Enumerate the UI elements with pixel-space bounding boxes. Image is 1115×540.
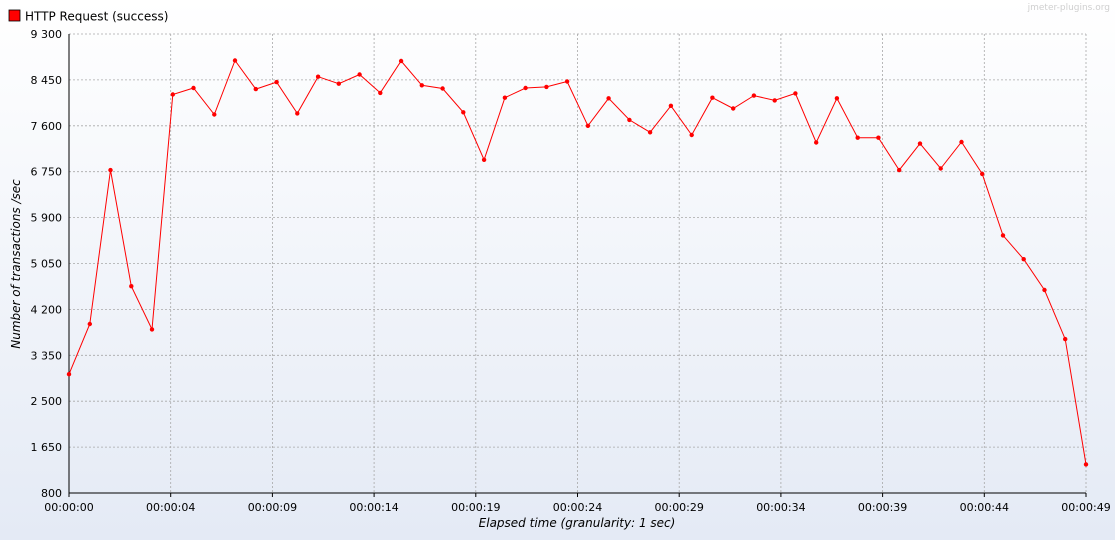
data-point <box>274 79 279 85</box>
y-tick-label: 7 600 <box>31 120 63 133</box>
legend: HTTP Request (success) <box>8 9 168 24</box>
data-point <box>357 72 362 77</box>
data-point <box>917 141 923 146</box>
x-tick-label: 00:00:24 <box>553 501 602 514</box>
data-point <box>668 103 674 109</box>
data-point <box>253 86 258 92</box>
data-point <box>959 139 964 145</box>
x-tick-label: 00:00:49 <box>1061 501 1110 514</box>
data-point <box>398 58 404 64</box>
x-tick-label: 00:00:34 <box>756 501 805 514</box>
legend-label: HTTP Request (success) <box>25 10 168 24</box>
y-tick-label: 8 450 <box>31 74 63 87</box>
x-tick-label: 00:00:39 <box>858 501 907 514</box>
data-point <box>295 111 300 116</box>
x-tick-label: 00:00:09 <box>248 501 297 514</box>
data-point <box>170 92 175 97</box>
data-point <box>627 117 632 123</box>
data-point <box>461 110 466 115</box>
y-tick-label: 1 650 <box>31 441 63 454</box>
data-point <box>1021 257 1026 262</box>
data-point <box>814 140 819 145</box>
data-point <box>66 372 72 377</box>
x-tick-label: 00:00:44 <box>960 501 1009 514</box>
data-point <box>129 284 134 289</box>
data-point <box>523 85 528 91</box>
y-tick-label: 800 <box>41 487 62 500</box>
data-point <box>315 74 321 79</box>
data-point <box>108 167 113 173</box>
chart: 800 1 650 2 500 3 350 4 200 5 050 5 900 6 750 7 … <box>0 0 1115 540</box>
data-point <box>897 167 902 173</box>
data-point <box>938 166 943 171</box>
data-point <box>336 81 341 86</box>
y-tick-label: 5 900 <box>31 212 63 225</box>
data-point <box>232 58 238 63</box>
data-point <box>440 86 445 91</box>
data-point <box>191 85 196 91</box>
x-axis-title: Elapsed time (granularity: 1 sec) <box>479 516 676 530</box>
data-point <box>149 327 155 332</box>
data-point <box>481 157 487 162</box>
x-tick-label: 00:00:14 <box>349 501 398 514</box>
data-point <box>731 106 736 111</box>
y-tick-label: 2 500 <box>31 395 63 408</box>
x-tick-label: 00:00:00 <box>44 501 93 514</box>
data-point <box>1042 287 1047 293</box>
data-point <box>647 130 653 135</box>
data-point <box>1083 462 1089 467</box>
plot-background <box>0 0 1115 540</box>
data-point <box>876 135 881 140</box>
y-tick-label: 3 350 <box>31 349 63 362</box>
data-point <box>502 95 508 100</box>
data-point <box>1063 336 1068 342</box>
data-point <box>834 96 840 101</box>
watermark: jmeter-plugins.org <box>1027 3 1110 13</box>
data-point <box>378 90 383 96</box>
y-tick-label: 9 300 <box>31 28 63 41</box>
data-point <box>87 321 93 327</box>
data-point <box>772 98 777 103</box>
data-point <box>544 84 549 90</box>
data-point <box>606 96 611 101</box>
data-point <box>689 132 694 138</box>
chart-svg: 800 1 650 2 500 3 350 4 200 5 050 5 900 6 750 7 … <box>0 0 1115 540</box>
y-tick-label: 6 750 <box>31 166 63 179</box>
x-tick-label: 00:00:29 <box>654 501 703 514</box>
data-point <box>1000 233 1006 238</box>
data-point <box>419 83 424 88</box>
y-tick-label: 4 200 <box>31 303 63 316</box>
data-point <box>751 93 757 98</box>
y-axis-title: Number of transactions /sec <box>9 179 23 349</box>
data-point <box>212 112 217 117</box>
y-tick-label: 5 050 <box>31 258 63 271</box>
x-tick-label: 00:00:19 <box>451 501 500 514</box>
data-point <box>980 171 985 177</box>
data-point <box>793 91 798 96</box>
legend-swatch <box>8 9 21 22</box>
data-point <box>585 123 591 128</box>
data-point <box>564 79 570 84</box>
x-tick-label: 00:00:04 <box>146 501 195 514</box>
data-point <box>710 95 715 100</box>
data-point <box>855 135 860 140</box>
